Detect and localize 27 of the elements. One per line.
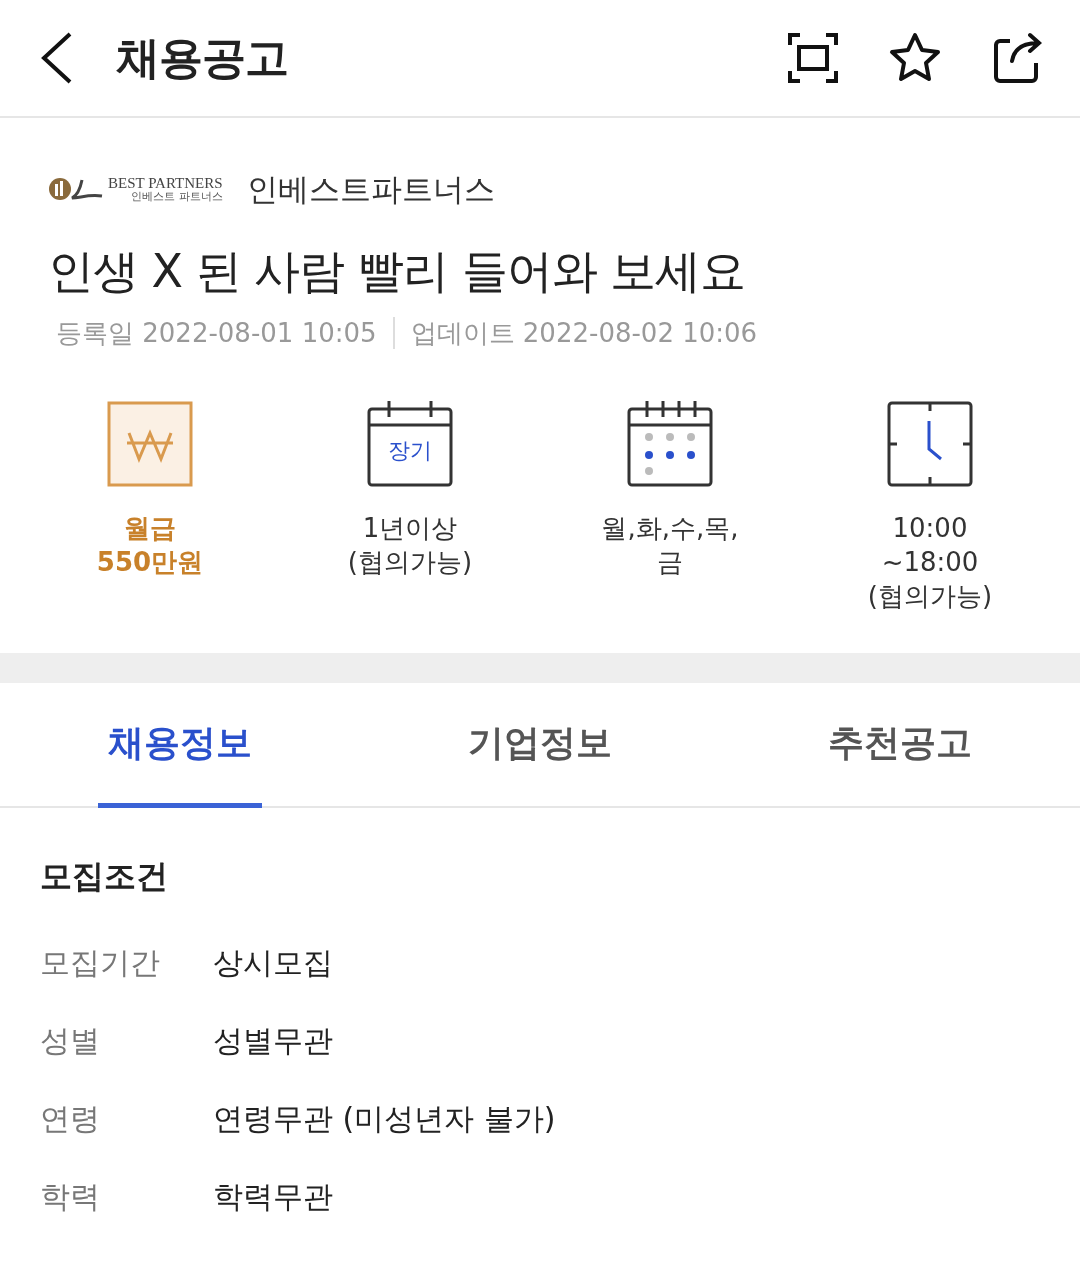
company-logo: BEST PARTNERS 인베스트 파트너스 xyxy=(48,174,223,205)
company-name: 인베스트파트너스 xyxy=(246,170,495,209)
field-value: 성별무관 xyxy=(213,1022,333,1060)
summary-text: 월급 550만원 xyxy=(96,511,204,579)
summary-text: 월,화,수,목, 금 xyxy=(601,511,739,579)
capture-button[interactable] xyxy=(786,31,840,85)
tab[interactable]: 추천공고 xyxy=(818,682,982,808)
field-value: 연령무관 (미성년자 불가) xyxy=(213,1100,556,1138)
field-value: 학력무관 xyxy=(213,1178,333,1216)
calendar-label: 장기 xyxy=(387,436,433,465)
tab[interactable]: 기업정보 xyxy=(458,682,622,808)
field-label: 학력 xyxy=(40,1178,101,1216)
section-title: 모집조건 xyxy=(40,855,169,897)
page-title: 채용공고 xyxy=(116,31,289,85)
money-icon xyxy=(107,400,193,487)
field-label: 모집기간 xyxy=(40,944,161,982)
summary-text: 10:00 ~18:00 (협의가능) xyxy=(867,511,993,613)
date-text: 업데이트 2022-08-02 10:06 xyxy=(410,316,758,350)
field-label: 연령 xyxy=(40,1100,101,1138)
summary-text: 1년이상 (협의가능) xyxy=(347,511,473,579)
tab[interactable]: 채용정보 xyxy=(98,682,262,808)
field-value: 상시모집 xyxy=(213,944,333,982)
clock-icon xyxy=(887,400,973,487)
date-text: 등록일 2022-08-01 10:05 xyxy=(56,316,377,350)
field-label: 성별 xyxy=(40,1022,101,1060)
job-title: 인생 X 된 사람 빨리 들어와 보세요 xyxy=(48,242,747,300)
schedule-icon xyxy=(627,400,713,487)
